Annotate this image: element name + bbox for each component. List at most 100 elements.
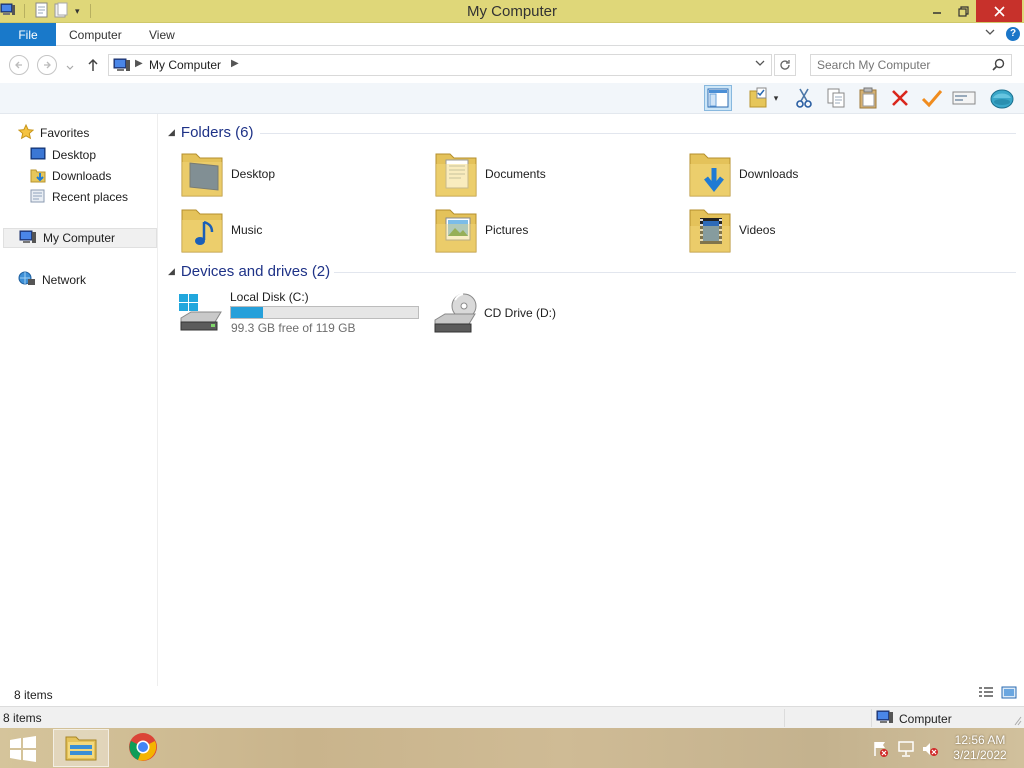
refresh-button[interactable] [774,54,796,76]
computer-icon [113,58,131,75]
up-button[interactable] [86,57,100,76]
address-row: ▶ My Computer ▶ [0,47,1024,83]
folder-desktop[interactable]: Desktop [180,148,420,200]
tab-computer[interactable]: Computer [69,28,122,42]
address-dropdown-icon[interactable] [755,59,765,70]
nav-desktop[interactable]: Desktop [30,145,96,165]
nav-my-computer-label: My Computer [43,231,116,245]
chrome-icon [128,732,158,765]
folder-documents[interactable]: Documents [434,148,674,200]
nav-downloads[interactable]: Downloads [30,166,111,186]
folders-header-label: Folders (6) [180,124,254,141]
folder-label: Desktop [231,167,276,181]
tab-file[interactable]: File [0,23,56,46]
back-button[interactable] [9,55,29,75]
drive-label: Local Disk (C:) [230,290,309,304]
help-globe-icon[interactable] [988,85,1016,111]
action-center-flag-icon[interactable] [872,740,890,761]
zone-label: Computer [899,711,952,726]
folders-group-header[interactable]: ◢ Folders (6) [168,124,253,141]
nav-network[interactable]: Network [18,270,86,290]
cut-icon[interactable] [790,85,818,111]
folder-label: Videos [739,223,776,237]
disk-free-space: 99.3 GB free of 119 GB [231,321,356,335]
details-view-icon[interactable] [978,686,996,702]
ribbon-tabs: File Computer View ? [0,23,1024,46]
search-icon[interactable] [992,58,1005,74]
forward-button[interactable] [37,55,57,75]
folder-downloads[interactable]: Downloads [688,148,928,200]
close-button[interactable] [976,0,1022,22]
help-icon[interactable]: ? [1006,27,1020,41]
music-folder-icon [180,204,224,257]
zone-indicator: Computer [876,710,952,727]
computer-icon [19,230,37,247]
taskbar-chrome[interactable] [115,729,171,767]
collapse-triangle-icon[interactable]: ◢ [168,266,175,277]
videos-folder-icon [688,204,732,257]
folder-label: Downloads [739,167,799,181]
clock-date: 3/21/2022 [953,748,1007,762]
recent-locations-icon[interactable] [66,60,74,74]
rename-check-icon[interactable] [918,85,946,111]
nav-desktop-label: Desktop [52,148,97,162]
status-divider [871,709,872,727]
folder-label: Music [231,223,263,237]
nav-favorites-label: Favorites [40,126,90,140]
network-tray-icon[interactable] [897,740,915,761]
nav-recent-places[interactable]: Recent places [30,187,128,207]
tab-view[interactable]: View [149,28,175,42]
taskbar: 12:56 AM 3/21/2022 [0,728,1024,768]
system-clock[interactable]: 12:56 AM 3/21/2022 [950,733,1010,763]
copy-icon[interactable] [822,85,850,111]
nav-recent-places-label: Recent places [52,190,129,204]
status-divider [784,709,785,727]
pictures-folder-icon [434,204,478,257]
disk-usage-fill [231,307,263,318]
minimize-button[interactable] [922,0,952,22]
taskbar-file-explorer[interactable] [53,729,109,767]
recent-places-icon [30,188,46,207]
volume-muted-icon[interactable] [921,740,939,761]
start-button[interactable] [8,736,38,765]
collapse-triangle-icon[interactable]: ◢ [168,127,175,138]
search-box[interactable] [810,54,1012,76]
address-bar[interactable]: ▶ My Computer ▶ [108,54,772,76]
item-count: 8 items [14,688,53,702]
drive-label: CD Drive (D:) [484,306,556,320]
cd-drive-icon [431,292,481,341]
open-with-button[interactable]: ▾ [742,85,784,111]
expand-ribbon-icon[interactable] [985,28,995,39]
hard-drive-icon [177,292,225,337]
large-icons-view-icon[interactable] [1001,686,1019,702]
folder-label: Documents [485,167,546,181]
downloads-icon [30,167,46,186]
desktop-icon [30,147,46,164]
computer-icon [876,710,894,727]
resize-grip-icon[interactable] [1014,715,1022,729]
delete-icon[interactable] [886,85,914,111]
drive-cd[interactable]: CD Drive (D:) [431,290,676,346]
breadcrumb[interactable]: My Computer [149,58,221,72]
breadcrumb-chevron-icon[interactable]: ▶ [231,58,239,69]
desktop-folder-icon [180,148,224,201]
paste-icon[interactable] [854,85,882,111]
navigation-pane: Favorites Desktop Downloads Recent place… [0,114,158,686]
nav-downloads-label: Downloads [52,169,112,183]
disk-usage-bar [230,306,419,319]
preview-pane-button[interactable] [704,85,732,111]
breadcrumb-separator-icon[interactable]: ▶ [135,58,143,69]
folder-videos[interactable]: Videos [688,204,928,256]
search-input[interactable] [817,55,987,75]
details-status-bar: 8 items Computer [0,706,1024,728]
documents-folder-icon [434,148,478,201]
properties-button-icon[interactable] [950,85,978,111]
group-divider [334,272,1016,273]
folder-pictures[interactable]: Pictures [434,204,674,256]
folder-music[interactable]: Music [180,204,420,256]
restore-button[interactable] [950,0,976,22]
nav-my-computer[interactable]: My Computer [3,228,157,248]
nav-favorites[interactable]: Favorites [17,123,90,143]
group-divider [260,133,1016,134]
devices-group-header[interactable]: ◢ Devices and drives (2) [168,263,330,280]
